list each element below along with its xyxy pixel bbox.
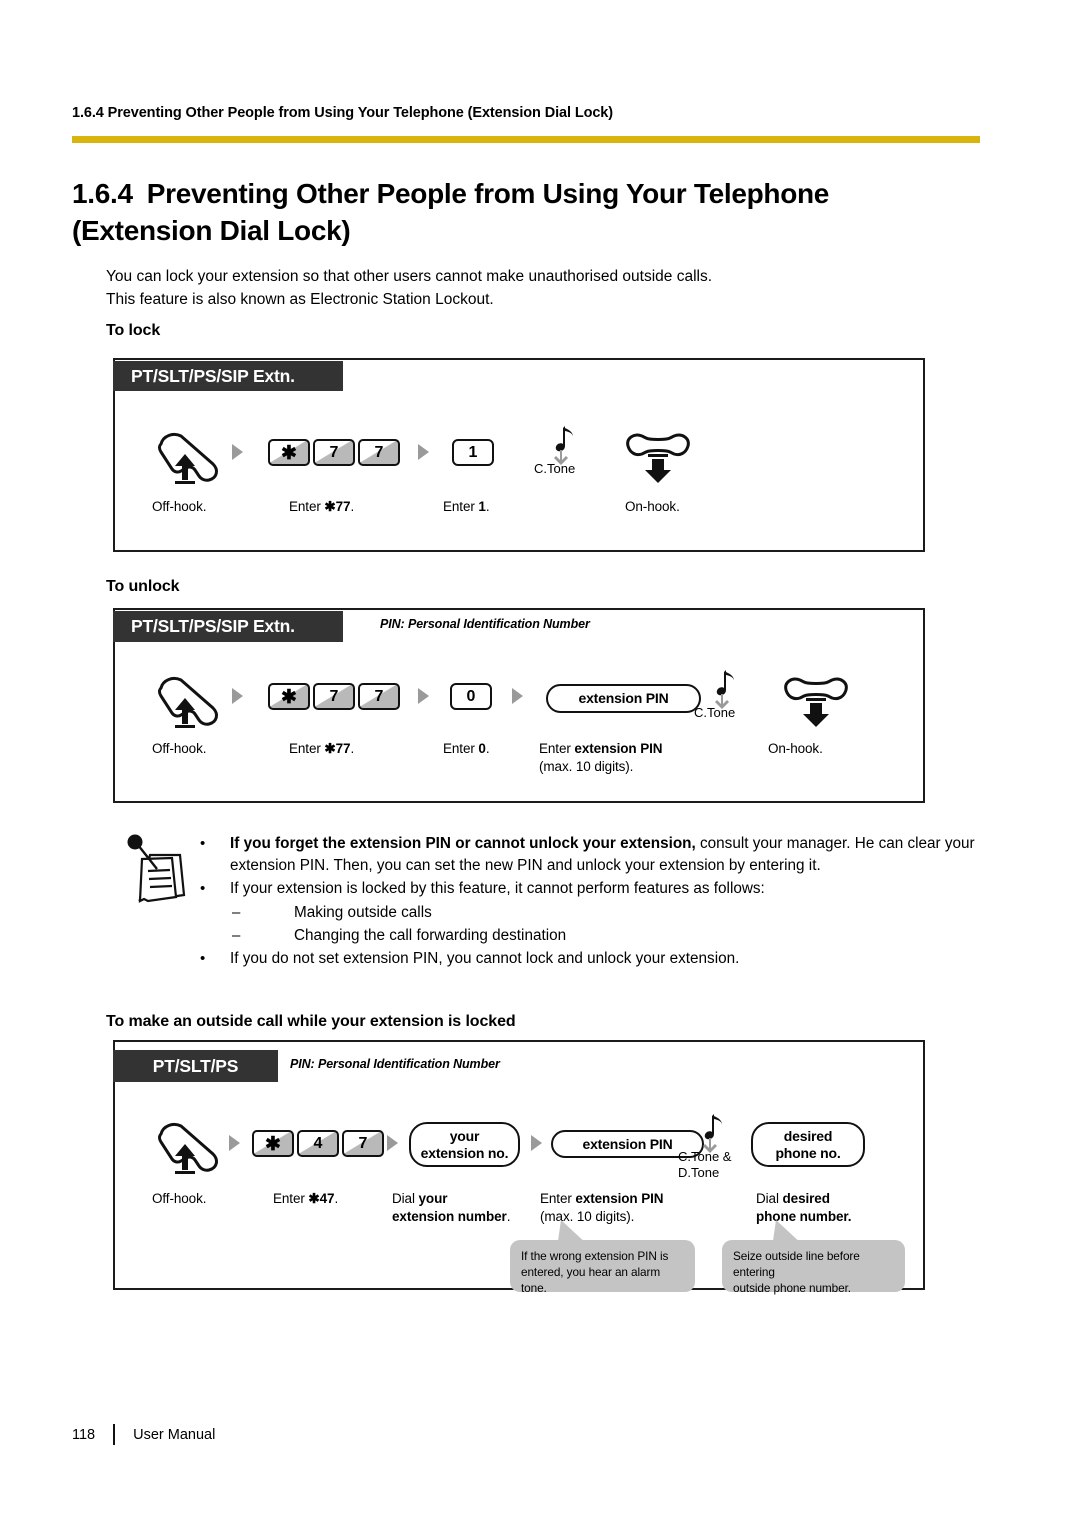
accent-rule [72,136,980,143]
caption-offhook-1: Off-hook. [152,499,207,514]
caption-enter-0: Enter 0. [443,741,490,756]
note-text-5: If you do not set extension PIN, you can… [230,949,740,967]
onhook-handset-icon-2 [780,676,852,733]
intro-paragraph: You can lock your extension so that othe… [106,266,946,311]
caption-enter-1: Enter 1. [443,499,490,514]
section-heading-outside-call: To make an outside call while your exten… [106,1013,516,1030]
caption-offhook-3: Off-hook. [152,1191,207,1206]
tone-label-1: C.Tone [534,461,576,476]
note-item-1: • If you forget the extension PIN or can… [200,833,990,877]
keycap-0: 0 [450,683,492,710]
keycap-group-0: 0 [450,683,495,710]
keycap-star-2: ✱ [268,683,310,710]
pin-legend-outside: PIN: Personal Identification Number [290,1057,500,1071]
footer-label: User Manual [133,1426,216,1443]
keycap-star-3: ✱ [252,1130,294,1157]
arrow-icon-6 [229,1135,240,1151]
note-bullet-5: • [200,949,206,967]
caption-enter-star47: Enter ✱47. [273,1191,339,1206]
pill-your-extension-no: your extension no. [409,1122,520,1167]
manual-page: 1.6.4 Preventing Other People from Using… [0,0,1080,1527]
arrow-icon-5 [512,688,523,704]
pill-line-2b: phone no. [775,1144,841,1161]
tone-label-3: C.Tone & D.Tone [678,1149,732,1180]
keycap-group-star77-2: ✱ 7 7 [268,683,403,710]
keycap-7a: 7 [313,439,355,466]
keycap-4: 4 [297,1130,339,1157]
caption-dial-your-extension: Dial your extension number. [392,1191,511,1224]
arrow-icon-1 [232,444,243,460]
notes-list: • If you forget the extension PIN or can… [200,833,990,971]
note-text-1: If you forget the extension PIN or canno… [230,835,975,875]
footer-page-number: 118 [72,1426,96,1443]
diagram-to-lock-tag: PT/SLT/PS/SIP Extn. [113,361,343,391]
running-head: 1.6.4 Preventing Other People from Using… [72,105,613,121]
pill-line-2: extension no. [420,1144,509,1161]
diagram-to-unlock-tag: PT/SLT/PS/SIP Extn. [113,611,343,642]
pill-line-1b: desired [783,1128,833,1145]
arrow-icon-4 [418,688,429,704]
caption-enter-star77-2: Enter ✱77. [289,741,355,756]
pill-extension-pin-1: extension PIN [546,684,701,713]
callout-seize-outside-line: Seize outside line before entering outsi… [722,1240,905,1295]
note-bullet-1: • [200,835,206,852]
note-text-4: Changing the call forwarding destination [294,926,567,944]
note-item-2: • If your extension is locked by this fe… [200,878,990,900]
arrow-icon-3 [232,688,243,704]
note-item-3: – Making outside calls [200,902,990,924]
page-footer: 118 User Manual [72,1424,215,1445]
page-title: 1.6.4 Preventing Other People from Using … [72,176,952,250]
note-item-4: – Changing the call forwarding destinati… [200,925,990,947]
memo-note-icon [112,833,190,910]
caption-onhook-2: On-hook. [768,741,823,756]
caption-offhook-2: Off-hook. [152,741,207,756]
caption-onhook-1: On-hook. [625,499,680,514]
page-title-number: 1.6.4 [72,178,133,209]
onhook-handset-icon-1 [622,432,694,489]
note-bullet-4: – [232,926,241,944]
page-title-text: Preventing Other People from Using Your … [72,178,830,246]
offhook-handset-icon-2 [155,672,227,733]
keycap-7a-2: 7 [313,683,355,710]
intro-line-1: You can lock your extension so that othe… [106,268,713,285]
note-bullet-2: • [200,880,206,898]
note-item-5: • If you do not set extension PIN, you c… [200,948,990,970]
callout-wrong-pin: If the wrong extension PIN is entered, y… [510,1240,695,1295]
keycap-7c: 7 [342,1130,384,1157]
keycap-7b-2: 7 [358,683,400,710]
note-bullet-3: – [232,903,241,921]
note-text-2: If your extension is locked by this feat… [230,880,765,898]
keycap-star: ✱ [268,439,310,466]
diagram-outside-call-tag: PT/SLT/PS [113,1050,278,1082]
offhook-handset-icon-3 [155,1118,227,1179]
section-heading-to-unlock: To unlock [106,578,180,595]
keycap-group-star47: ✱ 4 7 [252,1130,387,1157]
arrow-icon-8 [531,1135,542,1151]
pill-line-1: your [449,1128,480,1145]
note-text-3: Making outside calls [294,903,432,921]
pill-desired-phone-no: desired phone no. [751,1122,865,1167]
pin-legend-unlock: PIN: Personal Identification Number [380,617,590,631]
arrow-icon-2 [418,444,429,460]
keycap-7b: 7 [358,439,400,466]
intro-line-2: This feature is also known as Electronic… [106,290,494,308]
caption-enter-extension-pin-1: Enter extension PIN (max. 10 digits). [539,741,663,774]
footer-divider [113,1424,116,1445]
offhook-handset-icon [155,428,227,489]
keycap-group-1: 1 [452,439,497,466]
arrow-icon-7 [387,1135,398,1151]
tone-label-2: C.Tone [694,705,736,720]
caption-enter-star77-1: Enter ✱77. [289,499,355,514]
section-heading-to-lock: To lock [106,322,161,339]
keycap-1: 1 [452,439,494,466]
keycap-group-star77: ✱ 7 7 [268,439,403,466]
